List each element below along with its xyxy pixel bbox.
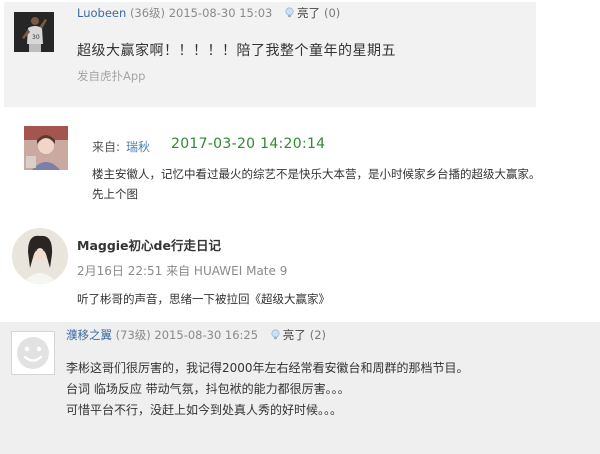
light-bulb-icon[interactable] <box>270 329 281 340</box>
light-bulb-icon[interactable] <box>284 7 295 18</box>
comment-card: Maggie初心de行走日记 2月16日 22:51 来自 HUAWEI Mat… <box>0 216 600 316</box>
user-avatar[interactable]: 30 <box>14 12 54 52</box>
like-count: (0) <box>324 6 341 20</box>
username-link[interactable]: Maggie初心de行走日记 <box>77 235 221 254</box>
comment-source: 发自虎扑App <box>77 69 146 83</box>
comment-meta: 2月16日 22:51 来自 HUAWEI Mate 9 <box>77 264 288 278</box>
username-link[interactable]: Luobeen <box>77 6 126 20</box>
comment-text-line: 李彬这哥们很厉害的，我记得2000年左右经常看安徽台和周群的那档节目。 <box>66 361 469 375</box>
timestamp: 2015-08-30 16:25 <box>154 328 259 342</box>
from-label: 来自: <box>92 140 121 154</box>
timestamp: 2015-08-30 15:03 <box>168 6 273 20</box>
user-level: (73级) <box>115 328 151 342</box>
default-smiley-avatar-icon <box>12 332 54 374</box>
comment-card: 30 Luobeen (36级) 2015-08-30 15:03 亮了 (0) … <box>4 2 536 107</box>
like-count: (2) <box>309 328 327 342</box>
comment-text: 楼主安徽人，记忆中看过最火的综艺不是快乐大本营，是小时候家乡台播的超级大赢家。 … <box>92 164 592 204</box>
like-button[interactable]: 亮了 <box>297 6 320 20</box>
comment-text: 李彬这哥们很厉害的，我记得2000年左右经常看安徽台和周群的那档节目。 台词 临… <box>66 358 469 421</box>
basketball-player-photo-icon: 30 <box>14 12 54 52</box>
user-level: (36级) <box>129 6 166 20</box>
comment-card: 濮移之翼 (73级) 2015-08-30 16:25 亮了 (2) 李彬这哥们很… <box>0 322 600 454</box>
comment-text-line: 台词 临场反应 带动气氛，抖包袱的能力都很厉害。。。 <box>66 382 350 396</box>
comment-meta: 濮移之翼 (73级) 2015-08-30 16:25 亮了 (2) <box>66 327 326 343</box>
user-avatar[interactable] <box>12 228 68 284</box>
comment-text-line: 先上个图 <box>92 187 138 201</box>
comment-card: 来自: 瑞秋 2017-03-20 14:20:14 楼主安徽人，记忆中看过最火的… <box>0 112 600 212</box>
username-link[interactable]: 瑞秋 <box>126 140 150 154</box>
user-avatar[interactable] <box>24 126 68 170</box>
timestamp: 2017-03-20 14:20:14 <box>171 136 326 152</box>
comment-text: 听了彬哥的声音，思绪一下被拉回《超级大赢家》 <box>77 292 330 306</box>
comment-text-line: 可惜平台不行，没赶上如今到处真人秀的好时候。。。 <box>66 403 343 417</box>
svg-text:30: 30 <box>32 34 40 41</box>
woman-portrait-photo-icon <box>12 228 68 284</box>
girl-photo-icon <box>24 126 68 170</box>
comment-text: 超级大赢家啊！！！！！陪了我整个童年的星期五 <box>77 43 396 59</box>
comment-meta: Luobeen (36级) 2015-08-30 15:03 亮了 (0) <box>77 5 340 21</box>
comment-from: 来自: 瑞秋 <box>92 138 150 155</box>
like-button[interactable]: 亮了 <box>283 328 306 342</box>
comment-text-line: 楼主安徽人，记忆中看过最火的综艺不是快乐大本营，是小时候家乡台播的超级大赢家。 <box>92 167 541 181</box>
username-link[interactable]: 濮移之翼 <box>66 328 112 342</box>
user-avatar[interactable] <box>11 331 55 375</box>
